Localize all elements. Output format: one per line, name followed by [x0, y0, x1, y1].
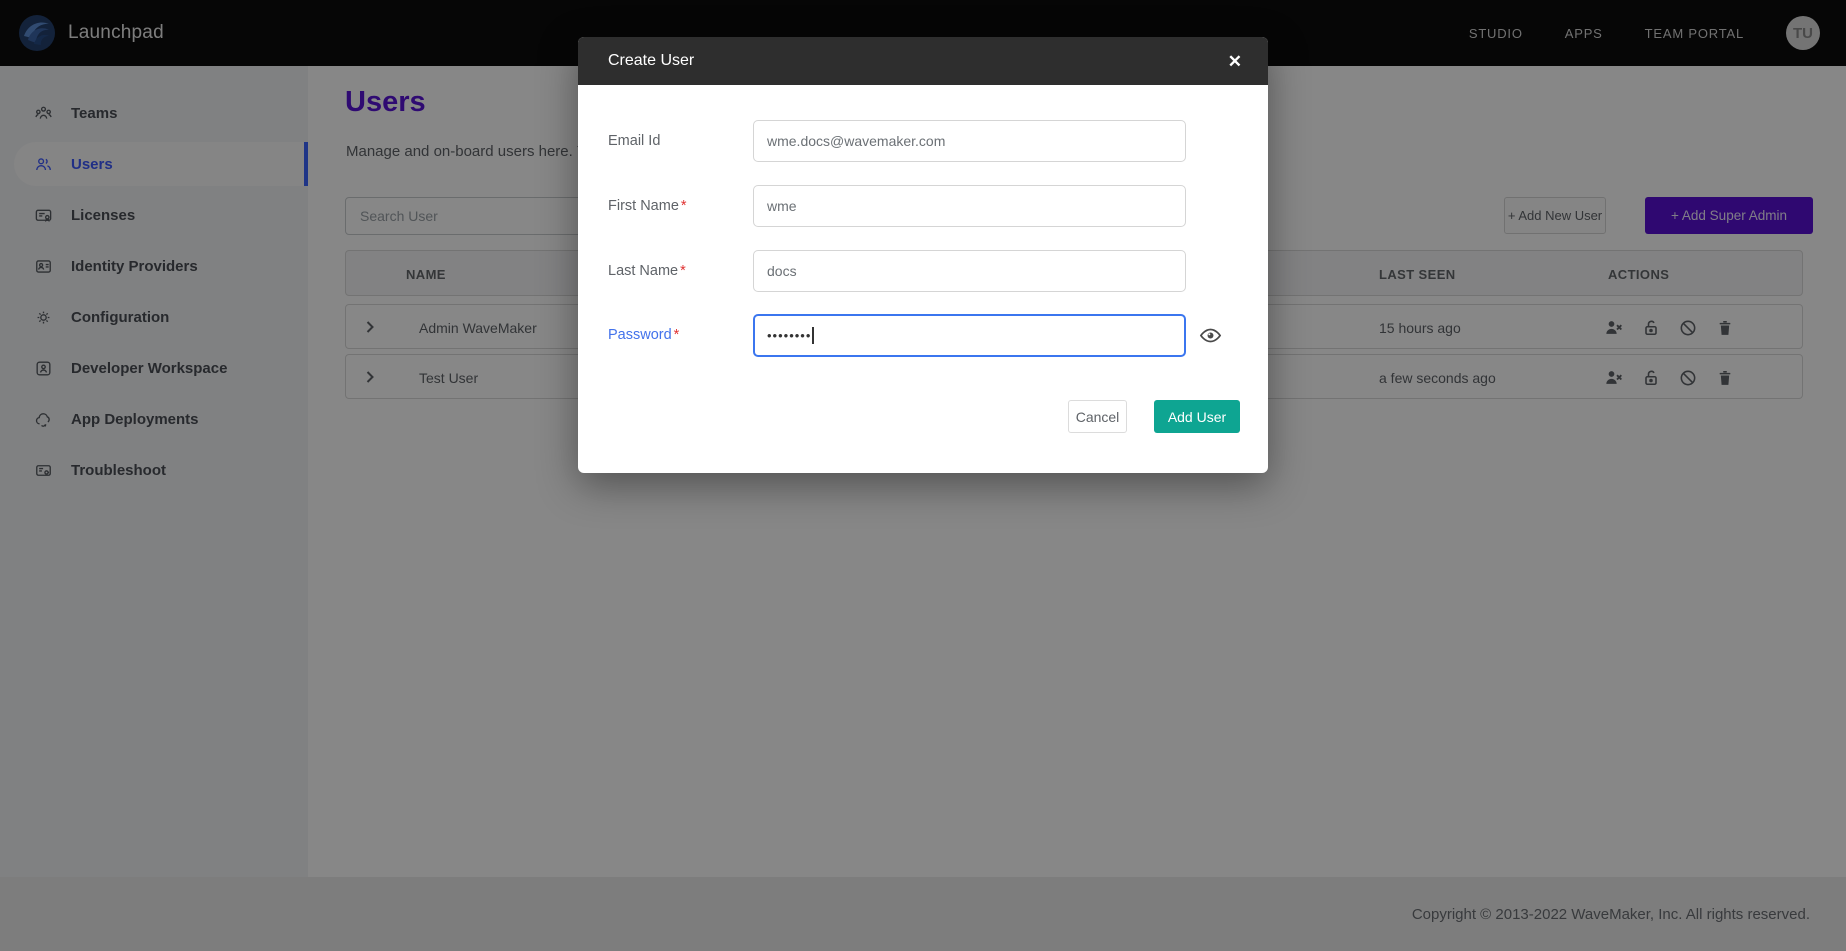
last-name-label: Last Name*	[608, 250, 686, 292]
password-field[interactable]: ••••••••	[753, 314, 1186, 357]
modal-title: Create User	[608, 52, 694, 70]
required-asterisk: *	[680, 263, 686, 279]
email-label: Email Id	[608, 120, 660, 162]
email-field[interactable]	[753, 120, 1186, 162]
modal-header: Create User ✕	[578, 37, 1268, 85]
add-user-button[interactable]: Add User	[1154, 400, 1240, 433]
required-asterisk: *	[674, 327, 680, 343]
first-name-field[interactable]	[753, 185, 1186, 227]
last-name-field[interactable]	[753, 250, 1186, 292]
app-window: Launchpad STUDIO APPS TEAM PORTAL TU Tea…	[0, 0, 1846, 951]
create-user-modal: Create User ✕ Email Id First Name* Last …	[578, 37, 1268, 473]
password-label: Password*	[608, 314, 679, 356]
required-asterisk: *	[681, 198, 687, 214]
cancel-button[interactable]: Cancel	[1068, 400, 1127, 433]
close-icon[interactable]: ✕	[1228, 53, 1242, 70]
password-dots: ••••••••	[767, 328, 811, 343]
text-caret	[812, 327, 814, 344]
show-password-icon[interactable]	[1199, 324, 1222, 347]
first-name-label: First Name*	[608, 185, 687, 227]
